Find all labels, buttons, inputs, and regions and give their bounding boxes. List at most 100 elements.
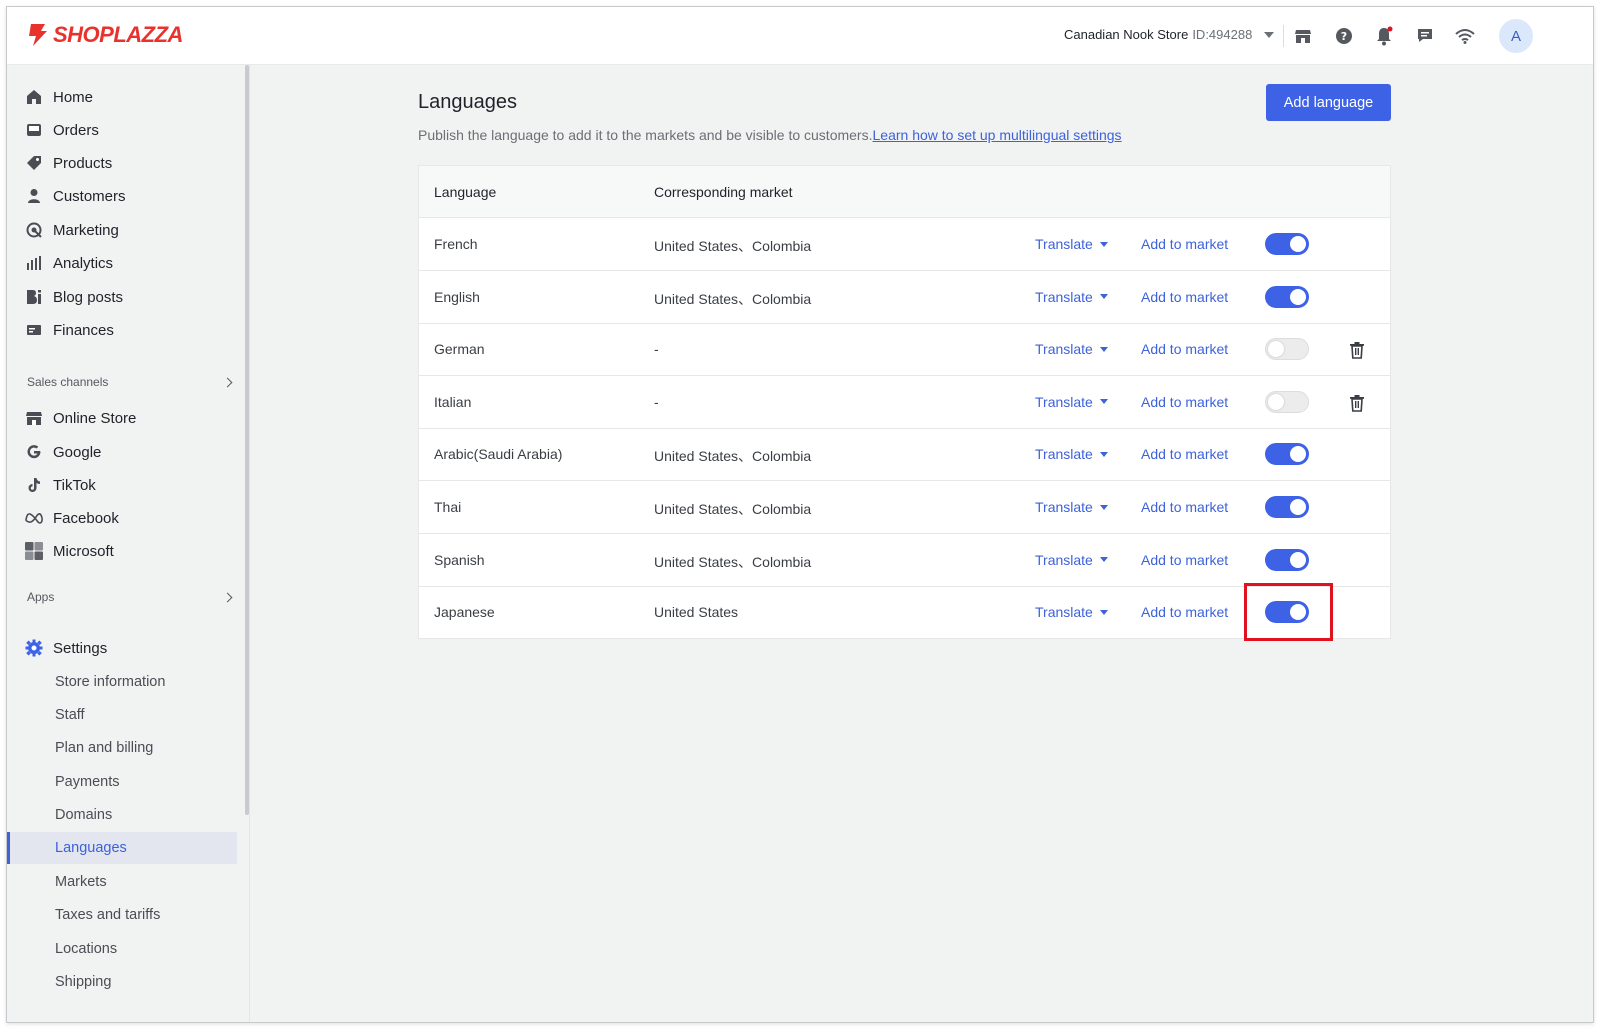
add-to-market-link[interactable]: Add to market [1141,446,1228,462]
page-description: Publish the language to add it to the ma… [418,127,1122,143]
translate-dropdown[interactable]: Translate [1035,394,1108,410]
language-name: Arabic(Saudi Arabia) [434,446,563,463]
highlight-box [1244,583,1333,641]
publish-toggle[interactable] [1265,338,1309,361]
table-row: Italian - Translate Add to market [419,376,1390,429]
trash-icon[interactable] [1349,341,1365,359]
translate-dropdown[interactable]: Translate [1035,446,1108,462]
table-row: English United States、Colombia Translate Ad… [419,271,1390,324]
sidebar-item-label: Finances [53,321,114,339]
top-bar: SHOPLAZZA Canadian Nook Store ID:494288 … [7,7,1593,65]
sidebar-sub-store-information[interactable]: Store information [7,666,237,698]
chevron-right-icon [222,377,233,387]
shoplazza-logo-icon [29,24,47,46]
translate-label: Translate [1035,604,1093,621]
sidebar-sub-shipping[interactable]: Shipping [7,966,237,998]
language-name: Spanish [434,551,485,568]
sidebar-sub-payments[interactable]: Payments [7,766,237,798]
add-language-button[interactable]: Add language [1266,84,1391,121]
translate-dropdown[interactable]: Translate [1035,499,1108,515]
store-switcher[interactable]: Canadian Nook Store ID:494288 [1064,27,1275,42]
sidebar-item-tiktok[interactable]: TikTok [7,469,239,501]
sidebar-item-label: Marketing [53,221,119,239]
sidebar-sub-taxes-and-tariffs[interactable]: Taxes and tariffs [7,899,237,931]
sidebar-item-products[interactable]: Products [7,147,239,179]
section-label: Apps [27,590,55,604]
sidebar-item-google[interactable]: Google [7,436,239,468]
wifi-icon[interactable] [1453,24,1477,48]
add-to-market-link[interactable]: Add to market [1141,552,1228,568]
sidebar-item-marketing[interactable]: Marketing [7,214,239,246]
sidebar-item-finances[interactable]: Finances [7,314,239,346]
translate-label: Translate [1035,499,1093,515]
column-header-market: Corresponding market [654,184,793,200]
apps-section[interactable]: Apps [27,590,237,604]
caret-down-icon [1099,557,1108,563]
trash-icon[interactable] [1349,394,1365,412]
sidebar-sub-plan-and-billing[interactable]: Plan and billing [7,732,237,764]
sidebar-sub-markets[interactable]: Markets [7,866,237,898]
corresponding-market: United States、Colombia [654,501,812,517]
sidebar-item-label: TikTok [53,476,96,494]
chat-icon[interactable] [1413,24,1437,48]
publish-toggle[interactable] [1265,548,1309,571]
table-row: French United States、Colombia Translate Add… [419,218,1390,271]
toggle-knob [1290,551,1306,568]
home-icon [25,88,43,106]
orders-icon [25,121,43,139]
add-to-market-link[interactable]: Add to market [1141,289,1228,305]
sidebar-item-analytics[interactable]: Analytics [7,247,239,279]
column-header-language: Language [434,184,497,200]
sales-channels-section[interactable]: Sales channels [27,375,237,389]
languages-table: Language Corresponding market French Unit… [418,165,1391,639]
sidebar-item-blog-posts[interactable]: Blog posts [7,281,239,313]
sidebar-item-orders[interactable]: Orders [7,114,239,146]
sidebar-item-online-store[interactable]: Online Store [7,402,239,434]
add-to-market-link[interactable]: Add to market [1141,394,1228,410]
store-icon[interactable] [1291,24,1315,48]
sidebar-sub-languages[interactable]: Languages [7,832,237,864]
sidebar-item-customers[interactable]: Customers [7,180,239,212]
tag-icon [25,154,43,172]
translate-dropdown[interactable]: Translate [1035,341,1108,357]
sidebar-sub-locations[interactable]: Locations [7,933,237,965]
divider [249,65,250,1022]
sidebar-item-home[interactable]: Home [7,81,239,113]
publish-toggle[interactable] [1265,285,1309,308]
sidebar-item-microsoft[interactable]: Microsoft [7,535,239,567]
sidebar-item-facebook[interactable]: Facebook [7,502,239,534]
add-to-market-link[interactable]: Add to market [1141,499,1228,515]
sidebar-item-label: Microsoft [53,542,114,560]
blog-icon [25,288,43,306]
sidebar-item-label: Facebook [53,509,119,527]
add-to-market-link[interactable]: Add to market [1141,236,1228,252]
translate-dropdown[interactable]: Translate [1035,552,1108,568]
language-name: Thai [434,499,462,515]
translate-dropdown[interactable]: Translate [1035,236,1108,252]
logo[interactable]: SHOPLAZZA [27,22,183,48]
bar-chart-icon [25,254,43,272]
add-to-market-link[interactable]: Add to market [1141,341,1228,357]
sidebar-sub-domains[interactable]: Domains [7,799,237,831]
language-name: German [434,341,485,358]
translate-dropdown[interactable]: Translate [1035,604,1108,620]
add-to-market-link[interactable]: Add to market [1141,604,1228,620]
sidebar-item-settings[interactable]: Settings [7,632,239,664]
toggle-knob [1290,236,1306,252]
table-row: Spanish United States、Colombia Translate Ad… [419,534,1390,587]
avatar[interactable]: A [1499,19,1533,53]
bell-icon[interactable] [1372,24,1396,48]
sidebar-item-label: Orders [53,121,99,139]
translate-label: Translate [1035,341,1093,358]
translate-dropdown[interactable]: Translate [1035,289,1108,305]
meta-icon [25,509,43,527]
help-link[interactable]: Learn how to set up multilingual setting… [873,127,1122,143]
publish-toggle[interactable] [1265,233,1309,255]
help-icon[interactable]: ? [1332,24,1356,48]
publish-toggle[interactable] [1265,496,1309,518]
publish-toggle[interactable] [1265,390,1309,413]
publish-toggle[interactable] [1265,443,1309,466]
sidebar-sub-staff[interactable]: Staff [7,699,237,731]
svg-text:?: ? [1341,30,1347,43]
chevron-right-icon [222,592,233,602]
